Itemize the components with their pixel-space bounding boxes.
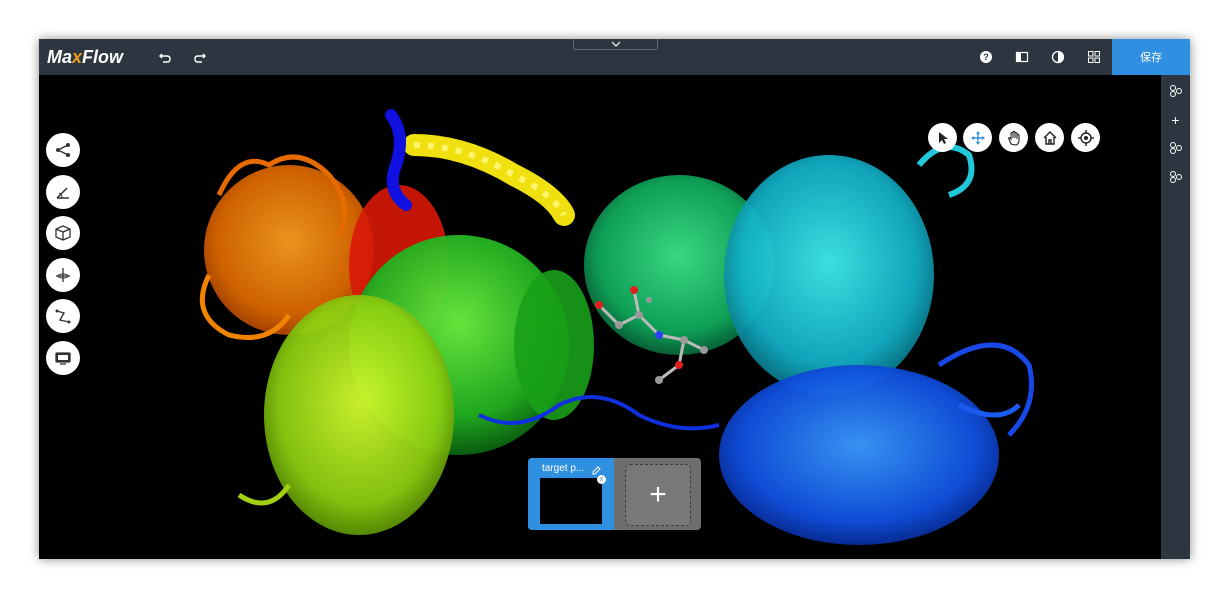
cursor-arrow-icon	[938, 131, 948, 144]
chevron-down-icon	[611, 41, 620, 47]
plus-icon: +	[1171, 111, 1180, 128]
save-button[interactable]: 保存	[1112, 39, 1190, 75]
path-tool-button[interactable]	[46, 299, 80, 333]
help-icon: ?	[980, 51, 992, 63]
cube-icon	[55, 225, 71, 241]
axis-tool-button[interactable]	[46, 258, 80, 292]
add-snapshot-button[interactable]: +	[625, 464, 691, 526]
monitor-icon	[55, 352, 71, 365]
snapshot-panel: target p... x +	[528, 458, 701, 530]
home-icon	[1043, 130, 1056, 145]
move-button[interactable]	[963, 123, 992, 152]
pan-hand-button[interactable]	[999, 123, 1028, 152]
select-cursor-button[interactable]	[928, 123, 957, 152]
snapshot-card[interactable]: target p... x	[528, 458, 614, 530]
redo-button[interactable]	[190, 47, 210, 67]
nodes-icon	[1169, 84, 1182, 97]
right-rail: +	[1161, 75, 1190, 559]
logo-text-x: x	[72, 47, 83, 67]
plus-icon: +	[649, 478, 667, 511]
contrast-button[interactable]	[1048, 47, 1068, 67]
undo-button[interactable]	[155, 47, 175, 67]
app-logo: MaxFlow	[47, 47, 123, 67]
pencil-icon[interactable]	[591, 463, 601, 475]
network-tool-button[interactable]	[46, 133, 80, 167]
hand-icon	[1007, 130, 1020, 146]
move-arrows-icon	[970, 130, 985, 145]
redo-icon	[194, 53, 206, 63]
polyline-icon	[55, 309, 71, 324]
logo-text-prefix: Ma	[47, 47, 73, 67]
panel-toggle-button[interactable]	[1012, 47, 1032, 67]
grid-icon	[1088, 51, 1100, 63]
axis-icon	[56, 268, 70, 282]
node-tool-button-1[interactable]	[1168, 83, 1183, 98]
share-network-icon	[56, 143, 70, 157]
grid-view-button[interactable]	[1084, 47, 1104, 67]
undo-icon	[159, 53, 171, 63]
close-icon[interactable]: x	[597, 475, 606, 484]
node-tool-button-2[interactable]	[1168, 140, 1183, 155]
box-tool-button[interactable]	[46, 216, 80, 250]
ruler-angle-icon	[56, 187, 69, 199]
measure-tool-button[interactable]	[46, 175, 80, 209]
add-button[interactable]: +	[1168, 112, 1183, 127]
layout-panel-icon	[1015, 51, 1029, 63]
screen-tool-button[interactable]	[46, 341, 80, 375]
top-toolbar: MaxFlow ? 保存	[39, 39, 1190, 75]
molecule-viewer[interactable]: target p... x +	[39, 75, 1161, 559]
center-target-button[interactable]	[1071, 123, 1100, 152]
nodes-icon	[1169, 141, 1182, 154]
nodes-icon	[1169, 170, 1182, 183]
logo-text-suffix: Flow	[82, 47, 124, 67]
app-window: target p... x + MaxFlow ? 保存 +	[39, 39, 1190, 559]
contrast-icon	[1051, 50, 1065, 64]
target-icon	[1077, 129, 1094, 146]
snapshot-title: target p...	[542, 463, 585, 474]
snapshot-thumbnail[interactable]	[540, 478, 602, 524]
collapse-tab[interactable]	[573, 39, 658, 50]
home-button[interactable]	[1035, 123, 1064, 152]
node-tool-button-3[interactable]	[1168, 169, 1183, 184]
help-button[interactable]: ?	[976, 47, 996, 67]
